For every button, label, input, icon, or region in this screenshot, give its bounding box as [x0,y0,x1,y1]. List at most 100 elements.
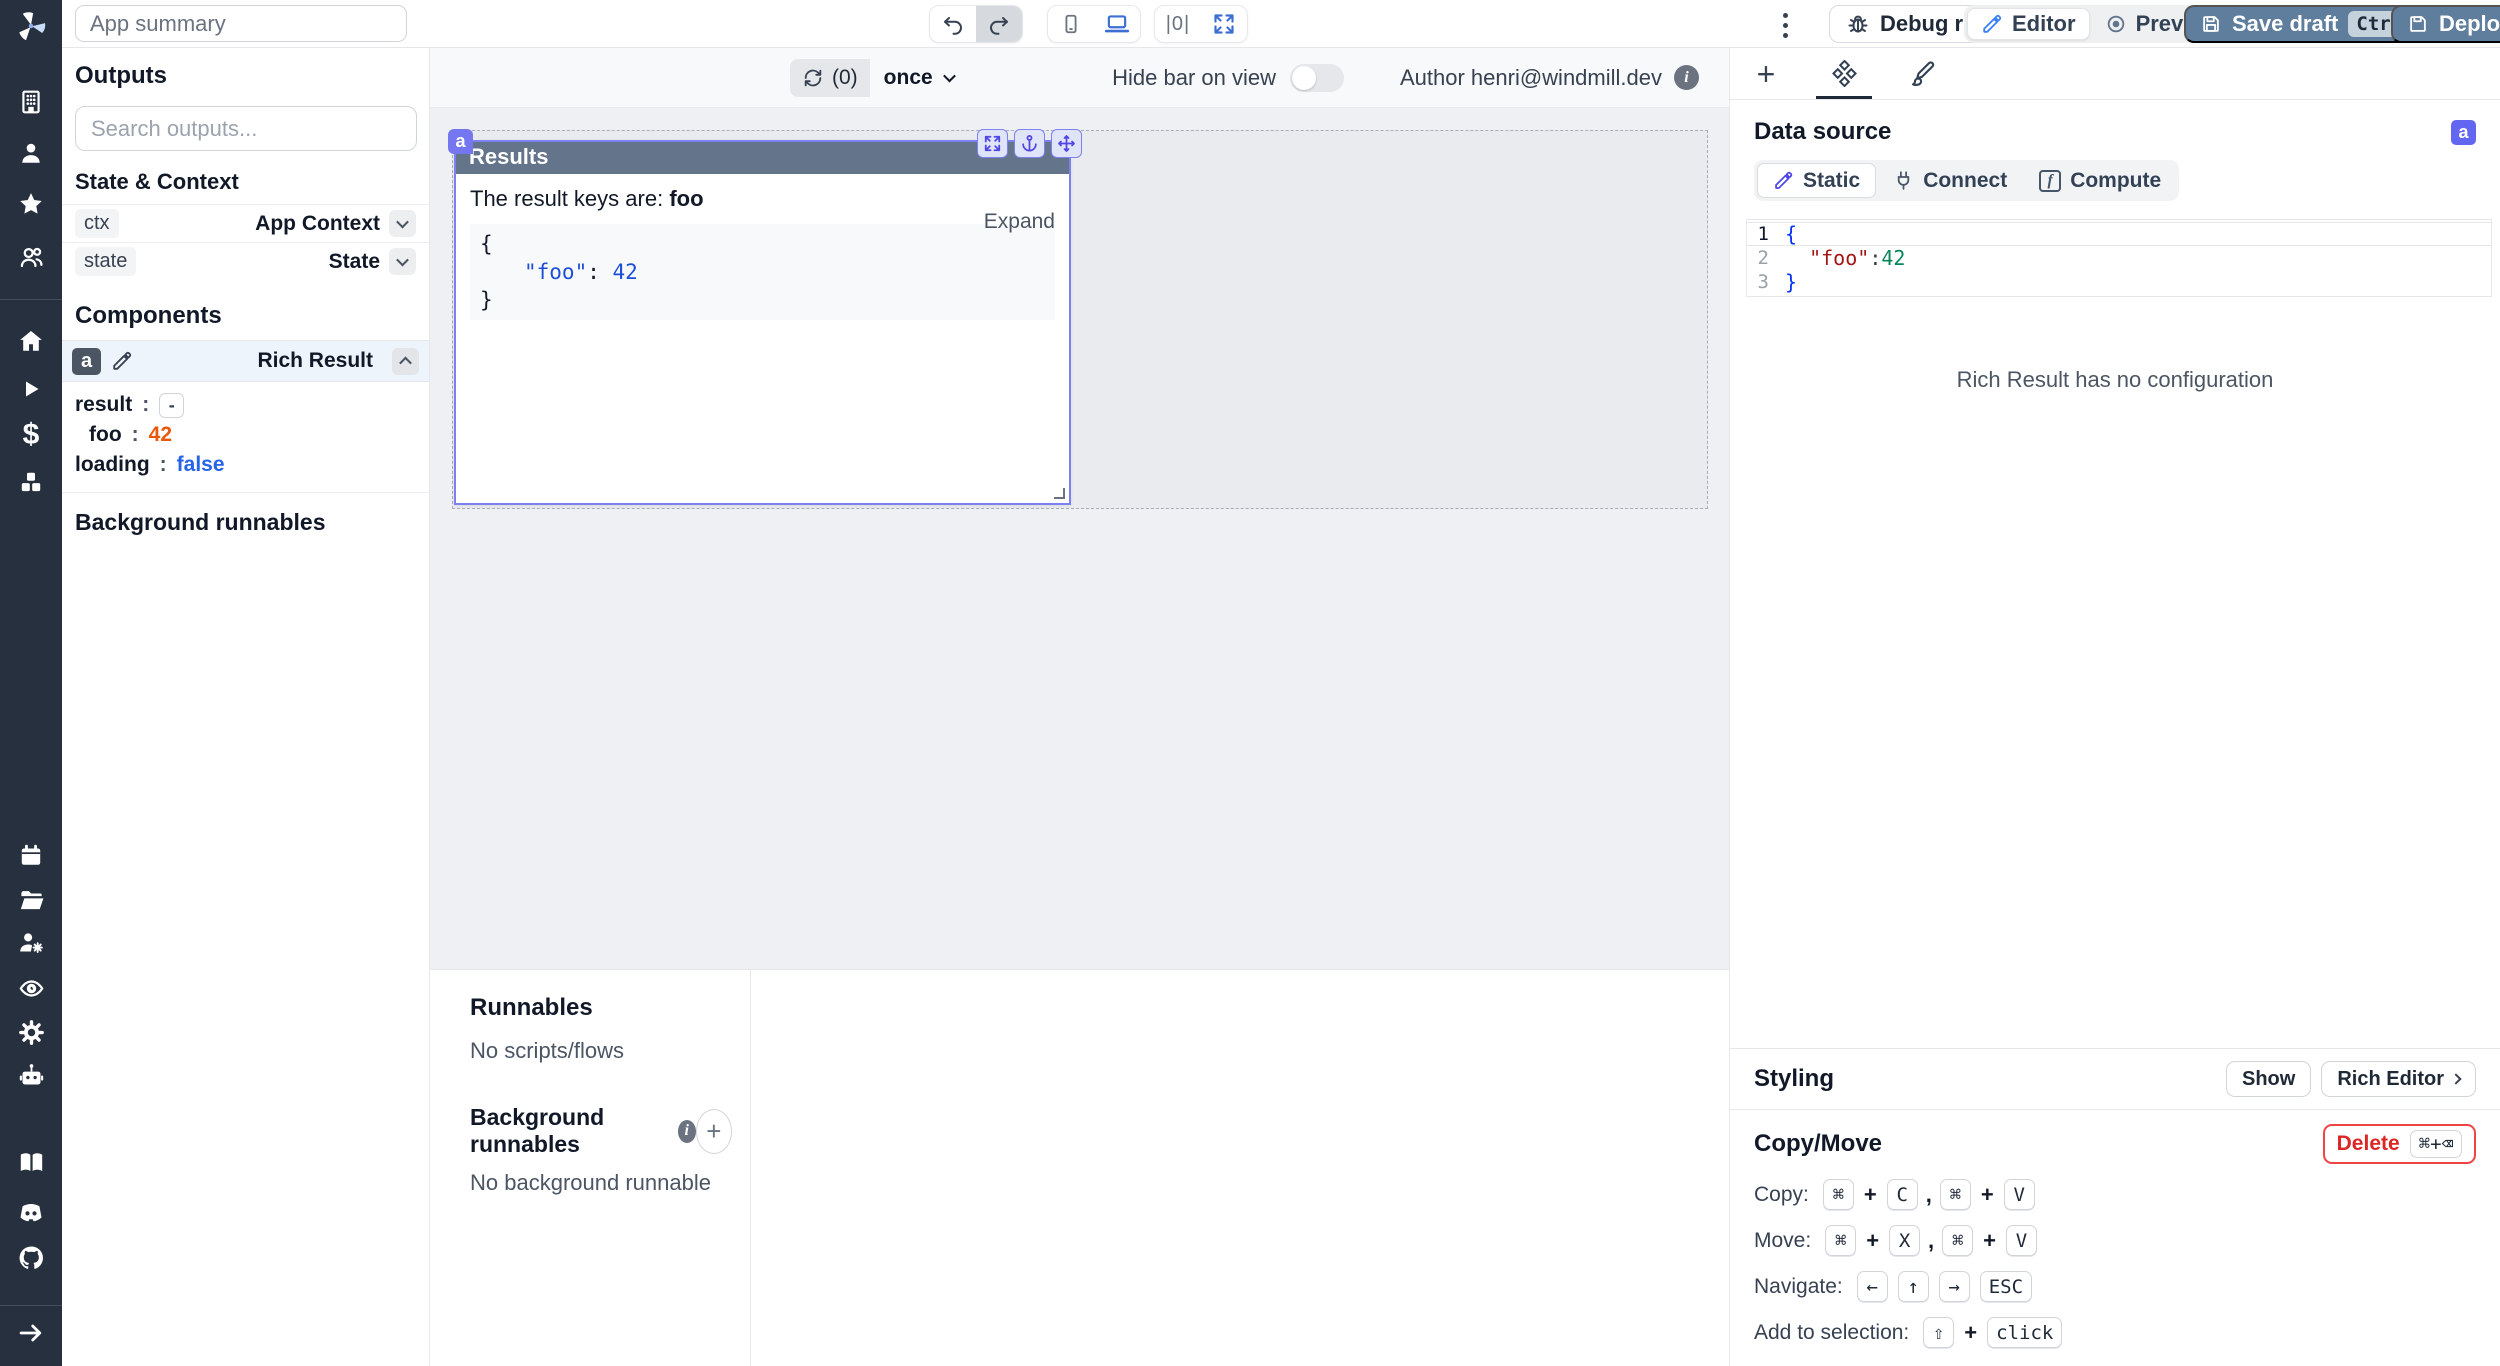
center-align-button[interactable]: |0| [1155,6,1201,42]
robot-icon[interactable] [11,1055,51,1095]
search-outputs-input[interactable] [75,106,417,151]
component-anchor-button[interactable] [1014,129,1045,158]
hide-bar-toggle[interactable] [1290,64,1344,92]
discord-icon[interactable] [11,1193,51,1233]
folder-icon[interactable] [11,879,51,919]
ctx-expand-button[interactable] [389,210,416,237]
tree-row-foo[interactable]: foo : 42 [75,420,416,450]
runnables-empty: No scripts/flows [470,1038,732,1064]
json-code-editor[interactable]: 1 { 2 "foo": 42 3 } [1746,219,2492,297]
pencil-icon [1981,13,2003,35]
paintbrush-icon [1909,60,1936,87]
book-icon[interactable] [11,1142,51,1182]
component-diamonds-icon [1831,60,1858,87]
move-icon [1057,134,1076,153]
github-icon[interactable] [11,1238,51,1278]
rich-result-component[interactable]: Results The result keys are: foo Expand … [454,140,1071,505]
expand-arrows-icon [983,134,1002,153]
building-icon[interactable] [11,82,51,122]
info-icon[interactable]: i [1674,65,1699,90]
state-value: State [329,250,380,274]
user-group-icon[interactable] [11,237,51,277]
expand-link[interactable]: Expand [984,210,1055,234]
refresh-button[interactable]: (0) [790,59,870,97]
play-icon[interactable] [11,369,51,409]
tree-row-result[interactable]: result : - [75,390,416,420]
arrow-right-icon[interactable] [11,1313,51,1353]
key-cmd: ⌘ [1942,1225,1973,1256]
tab-component-settings[interactable] [1816,48,1872,99]
fullscreen-button[interactable] [1201,6,1247,42]
styling-show-button[interactable]: Show [2226,1061,2311,1097]
settings-gear-icon[interactable] [11,1012,51,1052]
outputs-title: Outputs [75,62,416,90]
result-json: { "foo": 42 } [470,224,1055,320]
eye-icon[interactable] [11,968,51,1008]
connect-tab[interactable]: Connect [1878,163,2022,198]
tree-row-loading[interactable]: loading : false [75,450,416,480]
deploy-button[interactable]: Deploy [2391,5,2500,43]
component-collapse-button[interactable] [392,348,419,375]
dollar-icon[interactable]: $ [11,415,51,455]
more-menu-button[interactable] [1774,10,1796,40]
undo-button[interactable] [930,6,976,42]
component-move-button[interactable] [1051,129,1082,158]
ctx-key-badge: ctx [75,209,119,238]
mobile-view-button[interactable] [1048,6,1094,42]
background-runnables-heading: Background runnables i [470,1104,696,1158]
chevron-down-icon [396,254,409,267]
canvas-body[interactable]: a Results The result keys are: foo Expan… [430,108,1729,969]
editor-mode-button[interactable]: Editor [1967,8,2090,40]
edit-pencil-icon[interactable] [111,350,133,372]
delete-button[interactable]: Delete ⌘+⌫ [2323,1124,2476,1164]
tab-insert-component[interactable]: + [1738,48,1794,99]
component-row-a[interactable]: a Rich Result [62,340,429,382]
left-nav-rail: $ [0,0,62,1366]
output-row-state[interactable]: state State [62,242,429,280]
ctx-value: App Context [255,212,380,236]
undo-redo-group [929,5,1023,43]
component-id-badge: a [2451,120,2476,145]
editor-line-1[interactable]: 1 { [1747,222,2491,246]
app-summary-input[interactable] [75,5,407,42]
device-toggle-group [1047,5,1141,43]
user-icon[interactable] [11,133,51,173]
chevron-down-icon [943,70,956,83]
windmill-logo-icon[interactable] [11,6,51,46]
compute-tab[interactable]: f Compute [2024,163,2176,198]
component-toolbar [977,129,1082,158]
runnables-title: Runnables [470,994,732,1022]
preview-eye-icon [2105,13,2127,35]
calendar-icon[interactable] [11,835,51,875]
state-expand-button[interactable] [389,248,416,275]
layout-group: |0| [1154,5,1248,43]
redo-button[interactable] [976,6,1022,42]
component-a-tag[interactable]: a [448,129,473,154]
chevron-up-icon [399,356,412,369]
user-cog-icon[interactable] [11,922,51,962]
refresh-interval-dropdown[interactable]: once [870,66,968,90]
tab-styling[interactable] [1894,48,1950,99]
loading-key: loading [75,453,150,477]
add-background-runnable-button[interactable]: + [696,1109,732,1154]
home-icon[interactable] [11,321,51,361]
component-output-tree: result : - foo : 42 loading : false [62,382,429,493]
info-icon[interactable]: i [678,1120,696,1143]
star-icon[interactable] [11,184,51,224]
plus-icon: + [1757,58,1776,90]
editor-line-2[interactable]: 2 "foo": 42 [1747,246,2491,270]
anchor-icon [1020,134,1039,153]
boxes-icon[interactable] [11,462,51,502]
collapse-result-button[interactable]: - [159,393,184,418]
output-row-ctx[interactable]: ctx App Context [62,204,429,242]
desktop-view-button[interactable] [1094,6,1140,42]
key-shift: ⇧ [1923,1317,1954,1348]
rich-editor-button[interactable]: Rich Editor [2321,1061,2476,1097]
data-source-mode-tabs: Static Connect f Compute [1754,160,2179,201]
editor-line-3[interactable]: 3 } [1747,270,2491,294]
resize-handle[interactable] [1054,488,1065,499]
static-tab[interactable]: Static [1757,163,1876,198]
component-expand-button[interactable] [977,129,1008,158]
expand-arrows-icon [1212,12,1236,36]
laptop-icon [1104,11,1130,37]
